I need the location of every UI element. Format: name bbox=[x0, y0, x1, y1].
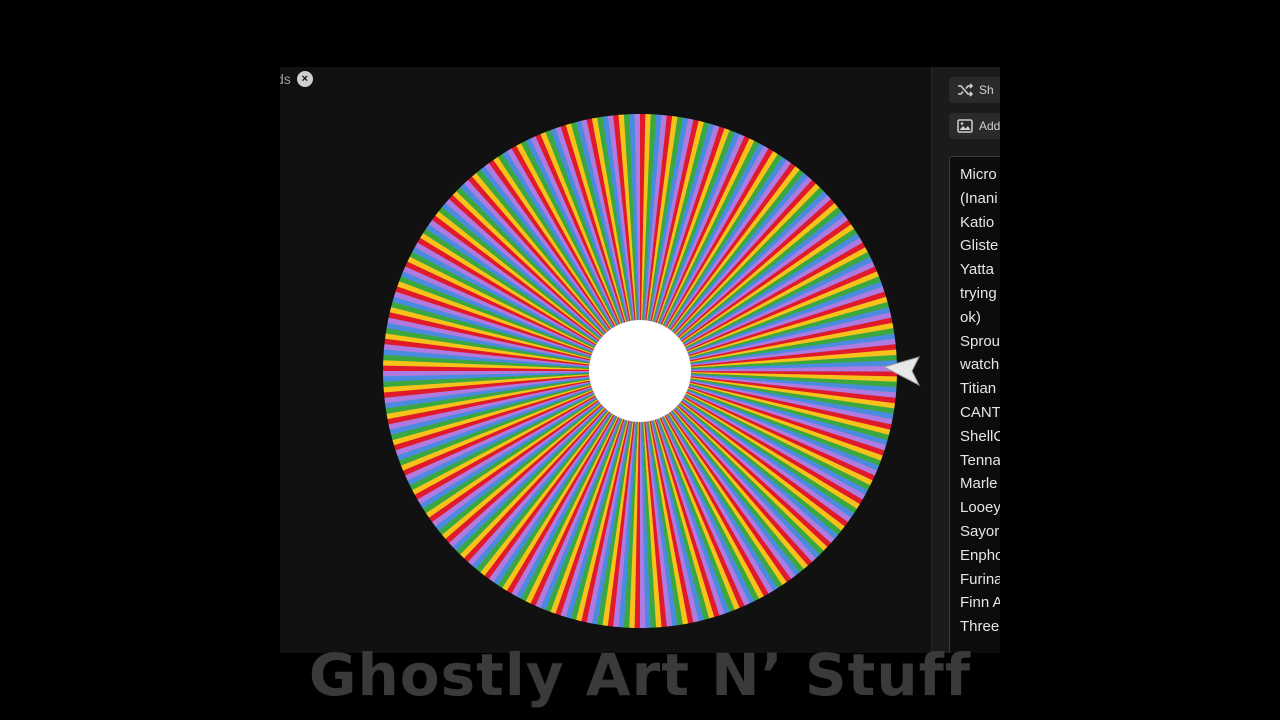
app-frame: ds × Sh Add Micro bbox=[280, 67, 1000, 653]
entry-line: Marle bbox=[960, 475, 998, 493]
entry-line: Three bbox=[960, 618, 1000, 636]
entry-line: (Inani bbox=[960, 189, 998, 207]
entry-line: Yatta bbox=[960, 261, 994, 279]
entry-line: Enpho bbox=[960, 546, 1000, 564]
entry-line: Looey bbox=[960, 499, 1000, 517]
entry-line: Tenna bbox=[960, 451, 1000, 469]
wheel-center[interactable] bbox=[589, 320, 691, 422]
shuffle-button-label: Sh bbox=[979, 83, 994, 97]
wheel-pane: ds × bbox=[280, 67, 931, 653]
entry-line: ShellC bbox=[960, 427, 1000, 445]
entry-line: trying bbox=[960, 284, 997, 302]
entry-line: Titian bbox=[960, 380, 997, 398]
image-icon bbox=[957, 119, 973, 133]
entry-line: Sprou bbox=[960, 332, 1000, 350]
entries-textarea[interactable]: Micro (Inani Katio Gliste Yatta trying o… bbox=[949, 156, 1000, 653]
entry-line: Sayor bbox=[960, 522, 1000, 540]
entry-line: Gliste bbox=[960, 237, 999, 255]
entry-line: Furina bbox=[960, 570, 1000, 588]
entry-line: CANT bbox=[960, 403, 1000, 421]
watermark-text: Ghostly Art N’ Stuff bbox=[308, 641, 972, 709]
shuffle-button[interactable]: Sh bbox=[949, 77, 1000, 103]
spin-wheel[interactable] bbox=[280, 67, 931, 653]
entry-line: Micro bbox=[960, 166, 997, 183]
sidebar: Sh Add Micro (Inani Katio Gliste Yatta t… bbox=[931, 67, 1000, 653]
add-image-button-label: Add bbox=[979, 119, 1000, 133]
entry-line: ok) bbox=[960, 308, 981, 326]
add-image-button[interactable]: Add bbox=[949, 113, 1000, 139]
entry-line: watch bbox=[960, 356, 1000, 374]
entry-line: Finn A bbox=[960, 594, 1000, 612]
shuffle-icon bbox=[958, 83, 973, 97]
entry-line: Katio bbox=[960, 213, 995, 231]
